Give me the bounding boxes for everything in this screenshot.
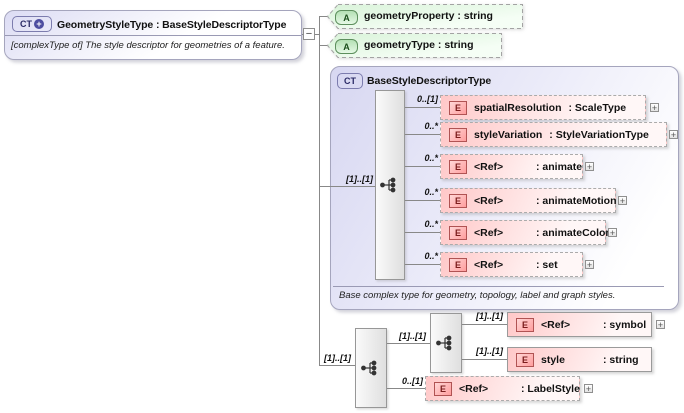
cardinality-label: 0..[1] xyxy=(416,94,438,104)
cardinality-label: [1]..[1] xyxy=(324,353,351,363)
collapse-button[interactable]: − xyxy=(303,28,315,40)
element-name: <Ref> xyxy=(474,226,504,239)
element-badge: E xyxy=(434,381,452,396)
expand-button[interactable]: + xyxy=(669,130,678,139)
element-name: <Ref> xyxy=(474,160,504,173)
complextype-derived-badge: CT + xyxy=(12,16,52,32)
element-badge: E xyxy=(449,127,467,142)
element-badge: E xyxy=(449,159,467,174)
attribute-badge: A xyxy=(335,10,358,25)
element-badge: E xyxy=(449,100,467,115)
element-type: : StyleVariationType xyxy=(549,128,649,141)
sequence-bar[interactable] xyxy=(375,90,405,280)
schema-diagram-canvas: CT BaseStyleDescriptorType Base complex … xyxy=(0,0,684,413)
element-type: : set xyxy=(536,258,558,271)
element-badge: E xyxy=(449,193,467,208)
cardinality-label: 0..[1] xyxy=(401,376,423,386)
element-ref-animateMotion[interactable]: E <Ref> : animateMotion xyxy=(440,188,617,213)
element-ref-animate[interactable]: E <Ref> : animate xyxy=(440,154,583,179)
element-style[interactable]: E style : string xyxy=(507,347,652,372)
root-title: GeometryStyleType : BaseStyleDescriptorT… xyxy=(57,19,287,31)
cardinality-label: [1]..[1] xyxy=(346,174,373,184)
expand-button[interactable]: + xyxy=(618,196,627,205)
attribute-label: geometryType : string xyxy=(364,39,474,51)
element-type: : animate xyxy=(536,160,583,173)
element-name: <Ref> xyxy=(474,194,504,207)
element-name: style xyxy=(541,353,565,366)
expand-button[interactable]: + xyxy=(656,320,665,329)
cardinality-label: 0..* xyxy=(424,153,438,163)
cardinality-label: [1]..[1] xyxy=(476,346,503,356)
element-name: spatialResolution xyxy=(474,101,562,114)
element-type: : ScaleType xyxy=(568,101,627,114)
element-ref-animateColor[interactable]: E <Ref> : animateColor xyxy=(440,220,610,245)
element-ref-symbol[interactable]: E <Ref> : symbol xyxy=(507,312,652,337)
expand-button[interactable]: + xyxy=(584,384,593,393)
attribute-label: geometryProperty : string xyxy=(364,10,493,22)
cardinality-label: 0..* xyxy=(424,251,438,261)
element-name: <Ref> xyxy=(541,318,571,331)
element-name: <Ref> xyxy=(474,258,504,271)
sequence-icon xyxy=(436,335,452,351)
expand-button[interactable]: + xyxy=(608,228,617,237)
element-badge: E xyxy=(449,225,467,240)
element-ref-LabelStyle[interactable]: E <Ref> : LabelStyle xyxy=(425,376,580,401)
element-badge: E xyxy=(516,352,534,367)
sequence-icon xyxy=(380,177,396,193)
element-name: <Ref> xyxy=(459,382,489,395)
sequence-icon xyxy=(361,360,377,376)
root-complextype-box[interactable]: CT + GeometryStyleType : BaseStyleDescri… xyxy=(4,10,302,60)
element-type: : string xyxy=(603,353,639,366)
expand-button[interactable]: + xyxy=(650,103,659,112)
expand-button[interactable]: + xyxy=(585,260,594,269)
cardinality-label: 0..* xyxy=(424,187,438,197)
attribute-geometryProperty[interactable]: A geometryProperty : string xyxy=(327,4,523,29)
element-ref-set[interactable]: E <Ref> : set xyxy=(440,252,583,277)
root-divider xyxy=(5,35,301,36)
sequence-bar[interactable] xyxy=(355,328,387,408)
root-annotation: [complexType of] The style descriptor fo… xyxy=(11,40,285,51)
element-type: : LabelStyle xyxy=(521,382,580,395)
element-badge: E xyxy=(516,317,534,332)
sequence-bar[interactable] xyxy=(430,313,462,373)
element-type: : animateMotion xyxy=(536,194,617,207)
element-badge: E xyxy=(449,257,467,272)
attribute-geometryType[interactable]: A geometryType : string xyxy=(327,33,502,58)
element-type: : symbol xyxy=(603,318,647,331)
cardinality-label: 0..* xyxy=(424,219,438,229)
cardinality-label: 0..* xyxy=(424,121,438,131)
derived-plus-icon: + xyxy=(34,19,44,29)
element-spatialResolution[interactable]: E spatialResolution : ScaleType xyxy=(440,95,646,120)
element-name: styleVariation xyxy=(474,128,543,141)
element-styleVariation[interactable]: E styleVariation : StyleVariationType xyxy=(440,122,667,147)
expand-button[interactable]: + xyxy=(585,162,594,171)
cardinality-label: [1]..[1] xyxy=(399,331,426,341)
cardinality-label: [1]..[1] xyxy=(476,311,503,321)
attribute-badge: A xyxy=(335,39,358,54)
ct-badge-label: CT xyxy=(20,19,32,29)
element-type: : animateColor xyxy=(536,226,610,239)
